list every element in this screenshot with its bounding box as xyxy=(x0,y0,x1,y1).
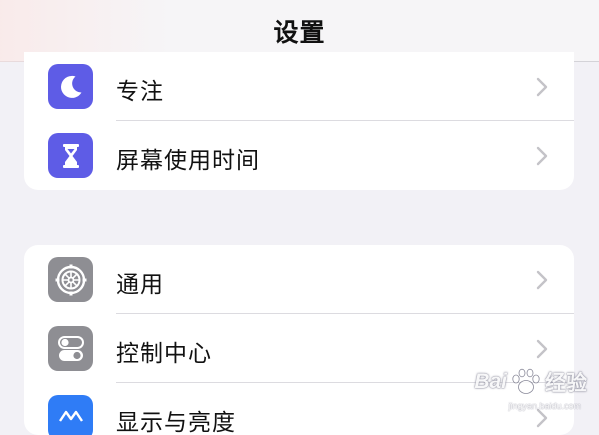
settings-item-label: 通用 xyxy=(116,272,164,298)
brightness-icon xyxy=(58,410,83,422)
paw-logo-icon xyxy=(512,368,540,394)
watermark-url: jingyan.baidu.com xyxy=(508,401,581,411)
control-center-icon-box xyxy=(48,326,93,371)
chevron-right-icon xyxy=(534,145,550,167)
settings-item-focus[interactable]: 专注 xyxy=(24,52,574,121)
settings-group-focus: 专注 屏幕使用时间 xyxy=(24,52,574,190)
focus-icon-box xyxy=(48,64,93,109)
settings-item-label: 显示与亮度 xyxy=(116,410,236,435)
settings-item-label: 屏幕使用时间 xyxy=(116,148,260,174)
gear-icon xyxy=(55,264,86,295)
chevron-right-icon xyxy=(534,269,550,291)
page-title: 设置 xyxy=(273,17,326,47)
settings-item-label: 专注 xyxy=(116,79,164,105)
moon-icon xyxy=(60,75,81,98)
watermark-brand: Bai xyxy=(474,370,507,393)
display-icon-box xyxy=(48,395,93,435)
hourglass-icon xyxy=(62,143,79,168)
settings-item-screen-time[interactable]: 屏幕使用时间 xyxy=(24,121,574,190)
settings-group-general: 通用 控制中心 显示与亮度 xyxy=(24,245,574,435)
screen-time-icon-box xyxy=(48,133,93,178)
settings-item-label: 控制中心 xyxy=(116,341,212,367)
chevron-right-icon xyxy=(534,338,550,360)
watermark-brand-suffix: 经验 xyxy=(545,372,587,395)
general-icon-box xyxy=(48,257,93,302)
toggles-icon xyxy=(57,335,84,361)
watermark: Bai 经验 xyxy=(474,367,587,397)
settings-item-general[interactable]: 通用 xyxy=(24,245,574,314)
chevron-right-icon xyxy=(534,76,550,98)
